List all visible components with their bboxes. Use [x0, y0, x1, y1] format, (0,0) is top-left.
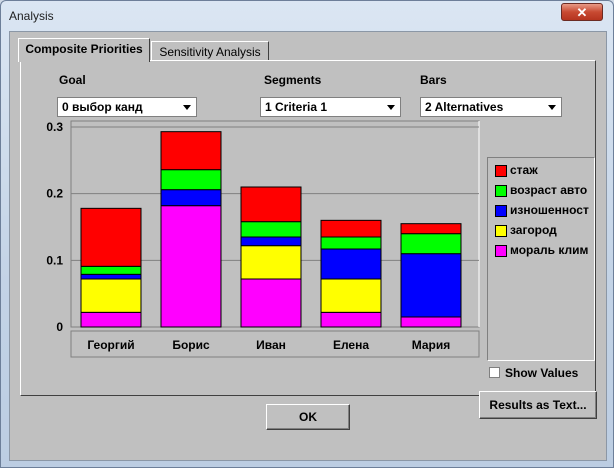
x-tick-label: Георгий	[87, 338, 134, 352]
bar-segment	[320, 248, 382, 280]
legend-label: изношенност	[510, 203, 589, 217]
bar-segment	[240, 236, 302, 247]
ok-button[interactable]: OK	[266, 404, 350, 430]
bar-segment	[240, 186, 302, 223]
bar-segment	[240, 245, 302, 280]
results-as-text-label: Results as Text...	[489, 398, 587, 412]
tab-label: Composite Priorities	[25, 42, 143, 56]
close-button[interactable]: ✕	[561, 3, 603, 21]
bar-segment	[320, 236, 382, 250]
stacked-bar-chart: 0 0.1 0.2 0.3 Георгий Борис Иван Елена Мария	[46, 120, 480, 358]
bar-segment	[320, 278, 382, 313]
tab-composite-priorities[interactable]: Composite Priorities	[18, 38, 150, 62]
legend-label: загород	[510, 223, 557, 237]
legend-swatch	[495, 205, 507, 217]
show-values-checkbox[interactable]	[489, 367, 500, 378]
bar-segment	[160, 131, 222, 171]
window-title: Analysis	[9, 9, 54, 23]
bar-segment	[400, 316, 462, 328]
show-values-label: Show Values	[505, 366, 579, 380]
chevron-down-icon	[548, 105, 556, 110]
bar-segment	[160, 205, 222, 328]
bar-segment	[320, 311, 382, 328]
y-tick-label: 0.1	[46, 253, 63, 267]
x-tick-label: Борис	[172, 338, 210, 352]
y-tick-label: 0.2	[46, 187, 63, 201]
y-tick-label: 0.3	[46, 120, 63, 134]
bar-segment	[400, 253, 462, 318]
legend-swatch	[495, 225, 507, 237]
analysis-window: Analysis ✕ Composite Priorities Sensitiv…	[0, 0, 614, 468]
x-tick-label: Мария	[412, 338, 451, 352]
legend-swatch	[495, 245, 507, 257]
legend-swatch	[495, 185, 507, 197]
x-tick-label: Елена	[333, 338, 369, 352]
bar-segment	[80, 207, 142, 267]
bar-segment	[80, 273, 142, 280]
composite-priorities-panel: Goal 0 выбор канд Segments 1 Criteria 1 …	[20, 60, 597, 419]
chart-legend: стаж возраст авто изношенност загород мораль…	[487, 157, 595, 361]
bar-segment	[400, 233, 462, 255]
results-as-text-button[interactable]: Results as Text...	[479, 391, 597, 419]
legend-label: стаж	[510, 163, 538, 177]
legend-label: мораль клим	[510, 243, 589, 257]
close-icon: ✕	[576, 5, 588, 20]
legend-label: возраст авто	[510, 183, 588, 197]
bar-segment	[320, 219, 382, 238]
bar-segment	[160, 189, 222, 207]
title-bar[interactable]: Analysis ✕	[1, 1, 613, 31]
y-tick-label: 0	[56, 320, 63, 334]
dialog-client-area: Composite Priorities Sensitivity Analysi…	[9, 31, 607, 461]
bar-segment	[80, 311, 142, 328]
bar-segment	[80, 265, 142, 275]
bar-segment	[80, 278, 142, 313]
ok-label: OK	[299, 410, 317, 424]
bar-segment	[240, 221, 302, 238]
tab-label: Sensitivity Analysis	[159, 45, 261, 59]
legend-swatch	[495, 165, 507, 177]
bar-segment	[160, 169, 222, 191]
bar-segment	[400, 223, 462, 235]
bar-segment	[240, 278, 302, 328]
x-tick-label: Иван	[256, 338, 286, 352]
